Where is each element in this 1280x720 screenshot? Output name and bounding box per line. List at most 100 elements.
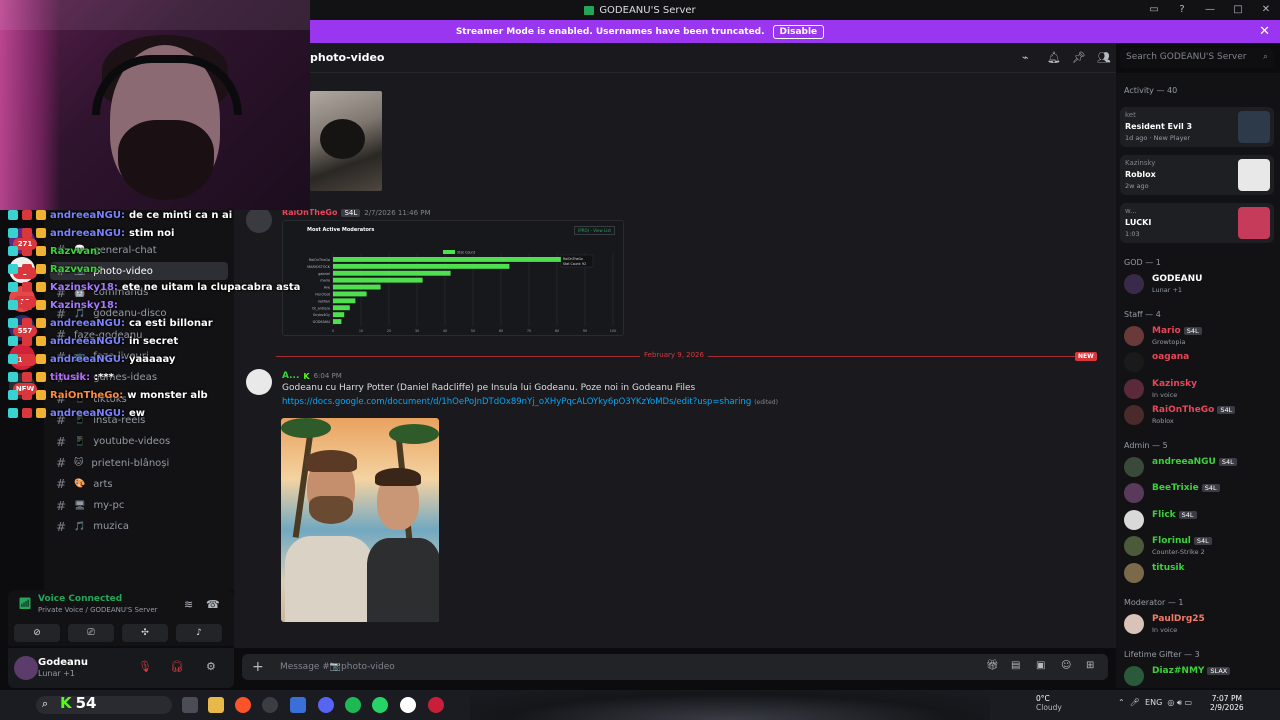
chrome-icon[interactable]	[400, 697, 416, 713]
chart-category-label: bt_antioza	[312, 306, 330, 310]
search-icon: ⌕	[42, 697, 49, 710]
chat-badge-icon	[22, 264, 32, 274]
channel-arts[interactable]: # 🎨 arts	[56, 475, 113, 493]
spotify-icon[interactable]	[345, 697, 361, 713]
username[interactable]: Godeanu	[38, 657, 88, 668]
channel-my-pc[interactable]: # 🖥 my-pc	[56, 497, 124, 515]
message-input[interactable]	[280, 659, 840, 675]
weather-widget[interactable]: 0°C Cloudy	[1036, 694, 1062, 712]
chart-bar	[333, 263, 510, 269]
avatar[interactable]	[246, 207, 272, 233]
member-item[interactable]: Florinul S4L Counter-Strike 2	[1124, 534, 1274, 558]
member-item[interactable]: titusik	[1124, 561, 1274, 585]
apps-icon[interactable]: ⊞	[1086, 660, 1094, 671]
add-attachment-icon[interactable]: +	[252, 659, 264, 675]
member-item[interactable]: RaiOnTheGo S4L Roblox	[1124, 403, 1274, 427]
taskbar-clock[interactable]: 7:07 PM 2/9/2026	[1210, 694, 1244, 712]
discord-taskbar-icon[interactable]	[318, 697, 334, 713]
voice-channel[interactable]: Private Voice / GODEANU'S Server	[38, 606, 158, 614]
disconnect-icon[interactable]: ☎	[206, 598, 220, 611]
activities-button[interactable]: ✣	[122, 624, 168, 642]
close-banner-icon[interactable]: ✕	[1259, 24, 1270, 39]
screen-share-button[interactable]: ⎚	[68, 624, 114, 642]
avatar	[1124, 509, 1144, 530]
channel-youtube-videos[interactable]: # 📱 youtube-videos	[56, 433, 170, 451]
inbox-icon[interactable]: ▭	[1146, 2, 1162, 18]
member-name-text: Florinul	[1152, 536, 1191, 546]
brave-icon[interactable]	[235, 697, 251, 713]
chat-badge-icon	[8, 408, 18, 418]
store-icon[interactable]	[290, 697, 306, 713]
mute-icon[interactable]: 🎙︎	[138, 660, 152, 673]
chat-badge-icon	[36, 300, 46, 310]
task-view-icon[interactable]	[182, 697, 198, 713]
member-item[interactable]: oagana	[1124, 350, 1274, 374]
photo-attachment[interactable]	[281, 418, 439, 622]
search-placeholder: Search GODEANU'S Server	[1126, 52, 1247, 62]
whatsapp-icon[interactable]	[372, 697, 388, 713]
settings-gear-icon[interactable]: ⚙	[206, 660, 216, 673]
chat-text: ca esti billonar	[128, 317, 213, 329]
file-explorer-icon[interactable]	[208, 697, 224, 713]
activity-card[interactable]: ket Resident Evil 3 1d ago · New Player	[1120, 107, 1274, 147]
chat-username: Razvvan:	[50, 245, 102, 257]
gift-icon[interactable]: 🎁︎	[986, 660, 999, 671]
notification-bell-icon[interactable]: 🔔︎	[1047, 51, 1061, 64]
channel-prieteni-blânoși[interactable]: # 🐱 prieteni-blânoși	[56, 454, 169, 472]
system-tray[interactable]: ⌃ 🎤︎ ENG ◎ 🔊︎ ▭	[1118, 698, 1192, 708]
member-item[interactable]: Flick S4L	[1124, 508, 1274, 532]
channel-muzica[interactable]: # 🎵 muzica	[56, 518, 129, 536]
viewer-count: 54	[75, 694, 97, 712]
avatar[interactable]	[14, 656, 38, 680]
message-author[interactable]: A...	[282, 371, 299, 381]
noise-suppression-icon[interactable]: ≋	[184, 598, 193, 611]
obs-icon[interactable]	[428, 697, 444, 713]
close-window-button[interactable]: ✕	[1258, 2, 1274, 18]
member-status: Counter-Strike 2	[1152, 548, 1205, 556]
chart-attachment[interactable]: Most Active Moderators (PRO) - View List…	[282, 220, 624, 336]
chart-bar	[333, 270, 451, 276]
member-item[interactable]: andreeaNGU S4L	[1124, 455, 1274, 479]
disable-button[interactable]: Disable	[772, 24, 825, 39]
search-input[interactable]: Search GODEANU'S Server ⌕	[1120, 48, 1274, 68]
member-item[interactable]: BeeTrixie S4L	[1124, 481, 1274, 505]
pinned-icon[interactable]: 📌︎	[1072, 51, 1086, 64]
member-section-header: Staff — 4	[1124, 309, 1161, 319]
threads-icon[interactable]: ⌁	[1022, 51, 1029, 64]
activity-sub: 1:03	[1125, 230, 1140, 238]
camera-button[interactable]: ⊘	[14, 624, 60, 642]
member-name-text: RaiOnTheGo	[1152, 405, 1215, 415]
emoji-icon[interactable]: ☺	[1061, 660, 1071, 671]
avatar[interactable]	[246, 369, 272, 395]
taskbar-search[interactable]	[36, 696, 172, 714]
help-icon[interactable]: ?	[1174, 2, 1190, 18]
kick-badge-icon: K	[303, 371, 310, 381]
soundboard-button[interactable]: ♪	[176, 624, 222, 642]
member-item[interactable]: Mario S4L Growtopia	[1124, 324, 1274, 348]
dog-photo-attachment[interactable]	[310, 91, 382, 191]
member-item[interactable]: Kazinsky In voice	[1124, 377, 1274, 401]
member-name-text: BeeTrixie	[1152, 483, 1199, 493]
minimize-button[interactable]: —	[1202, 2, 1218, 18]
chart-bar	[333, 277, 423, 283]
chart-bar	[333, 257, 591, 262]
language-indicator[interactable]: ENG	[1145, 698, 1162, 707]
hash-icon: #	[56, 477, 67, 492]
activity-card[interactable]: w... LUCKI 1:03	[1120, 203, 1274, 243]
maximize-button[interactable]: □	[1230, 2, 1246, 18]
gif-icon[interactable]: ▤	[1011, 660, 1020, 671]
chat-text: ete ne uitam la clupacabra asta	[121, 281, 301, 293]
app-icon[interactable]	[262, 697, 278, 713]
chat-badge-icon	[22, 246, 32, 256]
activity-card[interactable]: Kazinsky Roblox 2w ago	[1120, 155, 1274, 195]
sticker-icon[interactable]: ▣	[1036, 660, 1045, 671]
member-list-icon[interactable]: 👥︎	[1097, 51, 1111, 64]
channel-name: my-pc	[93, 500, 125, 512]
member-item[interactable]: Diaz#NMY SLAX	[1124, 664, 1274, 688]
member-item[interactable]: PaulDrg25 In voice	[1124, 612, 1274, 636]
member-item[interactable]: GODEANU Lunar +1	[1124, 272, 1274, 296]
webcam-overlay	[0, 0, 310, 210]
chat-username: andreeaNGU:	[50, 407, 125, 419]
deafen-icon[interactable]: 🎧︎	[170, 660, 184, 673]
message-link[interactable]: https://docs.google.com/document/d/1hOeP…	[282, 397, 751, 407]
